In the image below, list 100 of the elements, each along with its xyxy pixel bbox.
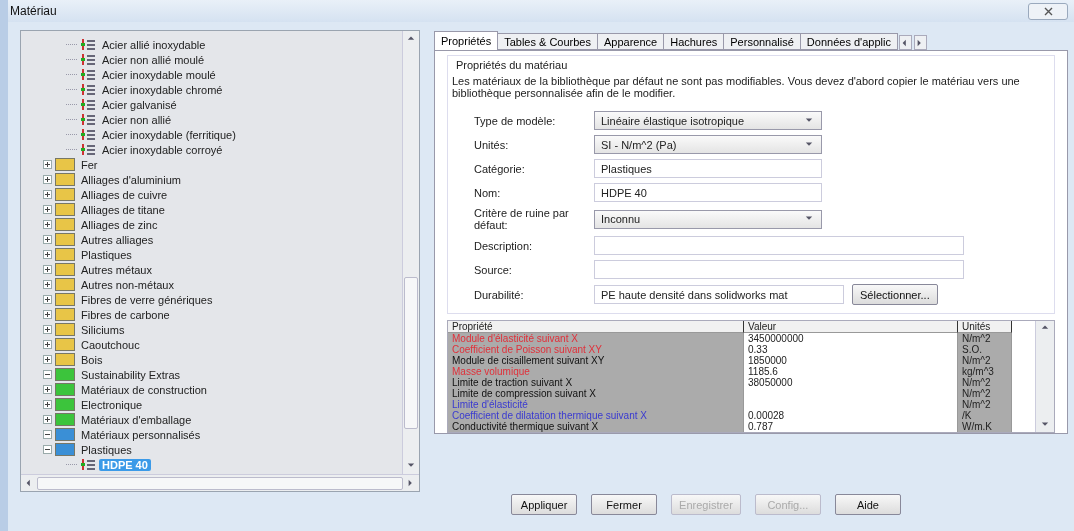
material-icon [80,113,96,126]
column-header[interactable]: Unités [958,321,1012,333]
dropdown[interactable]: SI - N/m^2 (Pa) [594,135,822,154]
tree-item[interactable]: Sustainability Extras [78,368,184,381]
dialog-button[interactable]: Fermer [591,494,658,515]
tab[interactable]: Hachures [663,33,725,50]
table-cell: Conductivité thermique suivant X [448,421,744,432]
scroll-up-icon[interactable] [1041,324,1049,332]
expand-icon[interactable] [43,175,52,184]
tree-item[interactable]: Acier inoxydable corroyé [99,143,226,156]
expand-icon[interactable] [43,400,52,409]
tree-item[interactable]: Matériaux personnalisés [78,428,204,441]
scroll-left-icon[interactable] [25,479,33,487]
table-cell: Masse volumique [448,366,744,377]
tree-item[interactable]: Alliages de cuivre [78,188,171,201]
horizontal-scrollbar[interactable] [21,474,419,491]
material-icon [80,458,96,471]
dropdown[interactable]: Inconnu [594,209,822,229]
expand-icon[interactable] [43,160,52,169]
tree-item[interactable]: Autres non-métaux [78,278,177,291]
expand-icon[interactable] [43,355,52,364]
select-button[interactable]: Sélectionner... [852,284,938,305]
tree-item[interactable]: Bois [78,353,106,366]
tree-item[interactable]: Plastiques [78,248,135,261]
scroll-up-icon[interactable] [407,35,415,43]
tree-item[interactable]: Autres alliages [78,233,157,246]
tab[interactable]: Propriétés [434,31,499,50]
info-text: Les matériaux de la bibliothèque par défaut ne sont pas modifiables. Vous devez d'abord copier le matériau vers une bibliothèque personnalisée afin de le modifier. [452,75,1021,99]
tab[interactable]: Données d'applic [799,33,898,50]
field-label: Unités: [474,138,510,151]
input-field[interactable]: PE haute densité dans solidworks mat [594,285,844,304]
field-label: Nom: [474,186,502,199]
dropdown[interactable]: Linéaire élastique isotropique [594,111,822,130]
tree-item[interactable]: Alliages de titane [78,203,168,216]
field-label: Description: [474,239,534,252]
tab[interactable]: Personnalisé [723,33,801,50]
tree-item[interactable]: Acier inoxydable (ferritique) [99,128,239,141]
input-field[interactable]: Plastiques [594,159,822,178]
tree-item[interactable]: Acier non allié moulé [99,53,208,66]
tree-item[interactable]: Acier inoxydable chromé [99,83,226,96]
material-icon [80,128,96,141]
expand-icon[interactable] [43,340,52,349]
expand-icon[interactable] [43,220,52,229]
material-icon [80,53,96,66]
field-label: Durabilité: [474,288,525,301]
table-cell: Module d'élasticité suivant X [448,333,744,344]
tree-item[interactable]: Siliciums [78,323,128,336]
material-icon [80,143,96,156]
input-field[interactable] [594,260,964,279]
expand-icon[interactable] [43,280,52,289]
input-field[interactable]: HDPE 40 [594,183,822,202]
tree-item[interactable]: Caoutchouc [78,338,143,351]
collapse-icon[interactable] [43,445,52,454]
tree-item[interactable]: Matériaux de construction [78,383,210,396]
expand-icon[interactable] [43,205,52,214]
tree-item[interactable]: Acier allié inoxydable [99,38,209,51]
tree-item[interactable]: Acier inoxydable moulé [99,68,219,81]
tree-item[interactable]: Alliages d'aluminium [78,173,184,186]
table-cell: S.O. [958,344,1012,355]
tree-item[interactable]: Fer [78,158,101,171]
expand-icon[interactable] [43,265,52,274]
vertical-scrollbar[interactable] [402,31,419,474]
tree-item[interactable]: Fibres de verre génériques [78,293,216,306]
table-scrollbar[interactable] [1035,321,1054,432]
column-header[interactable]: Propriété [448,321,744,333]
tree-item[interactable]: Electronique [78,398,146,411]
expand-icon[interactable] [43,415,52,424]
expand-icon[interactable] [43,310,52,319]
tree-item[interactable]: Plastiques [78,443,135,456]
tree-item[interactable]: Fibres de carbone [78,308,173,321]
tree-item[interactable]: Acier galvanisé [99,98,180,111]
tree-item[interactable]: Alliages de zinc [78,218,161,231]
material-icon [80,68,96,81]
collapse-icon[interactable] [43,370,52,379]
expand-icon[interactable] [43,295,52,304]
tab[interactable]: Apparence [596,33,665,50]
field-label: Catégorie: [474,162,526,175]
dialog-button[interactable]: Appliquer [511,494,578,515]
table-cell: W/m.K [958,421,1012,432]
column-header[interactable]: Valeur [744,321,958,333]
expand-icon[interactable] [43,385,52,394]
tree-item[interactable]: Matériaux d'emballage [78,413,195,426]
tab[interactable]: Tables & Courbes [497,33,598,50]
field-label: Type de modèle: [474,114,557,127]
expand-icon[interactable] [43,235,52,244]
input-field[interactable] [594,236,964,255]
table-cell: /K [958,410,1012,421]
tree-item[interactable]: Autres métaux [78,263,155,276]
group-title: Propriétés du matériau [456,59,569,71]
expand-icon[interactable] [43,325,52,334]
collapse-icon[interactable] [43,430,52,439]
dialog-button[interactable]: Aide [834,494,901,515]
material-icon [80,38,96,51]
expand-icon[interactable] [43,190,52,199]
close-button[interactable] [1028,2,1068,20]
expand-icon[interactable] [43,250,52,259]
table-cell: Limite d'élasticité [448,399,744,410]
table-cell: Limite de traction suivant X [448,377,744,388]
material-icon [80,98,96,111]
tree-item[interactable]: Acier non allié [99,113,175,126]
